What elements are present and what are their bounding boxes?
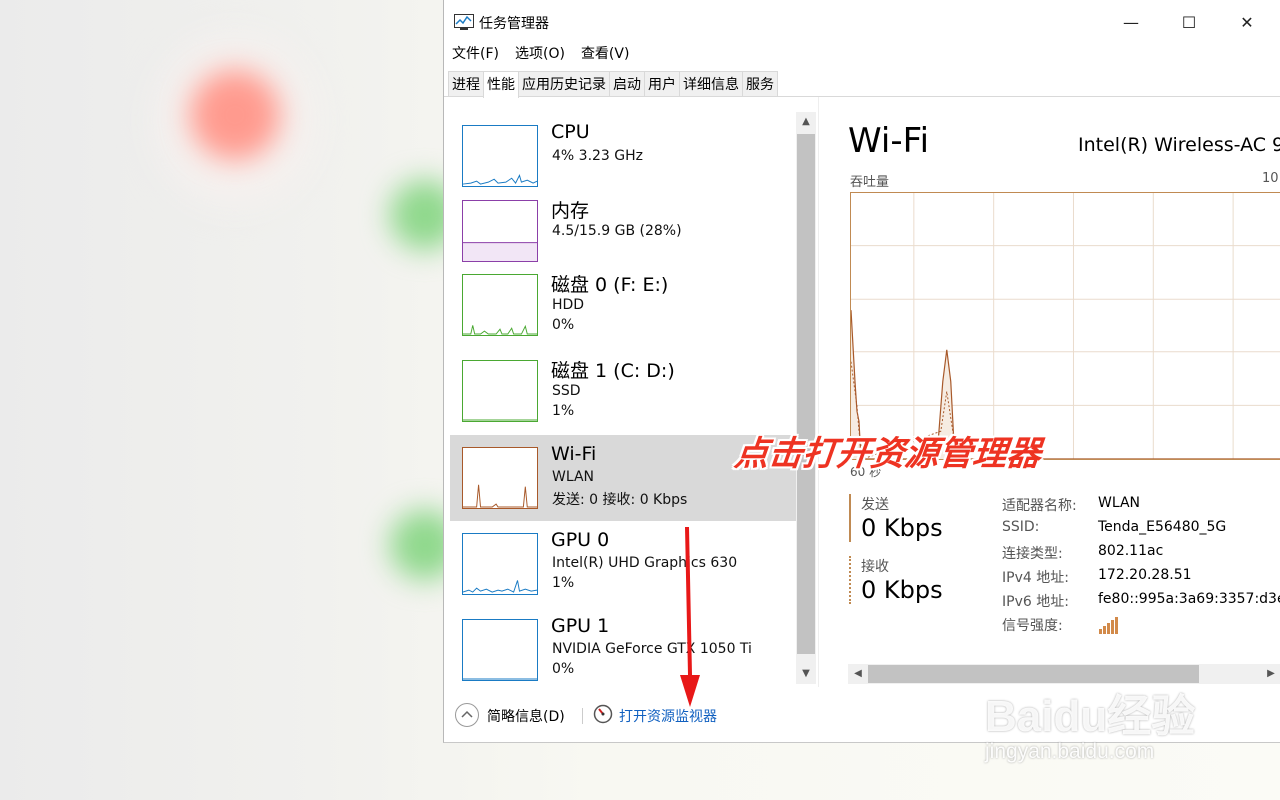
device-detail: 4.5/15.9 GB (28%)	[552, 223, 682, 239]
property-key: IPv4 地址:	[1002, 570, 1069, 586]
fewer-details-button[interactable]: 简略信息(D)	[487, 706, 565, 726]
device-item-disk-1[interactable]: 磁盘 1 (C: D:) SSD 1%	[450, 356, 796, 436]
tab-app-history[interactable]: 应用历史记录	[518, 71, 610, 97]
property-value: Tenda_E56480_5G	[1098, 519, 1227, 535]
device-detail: NVIDIA GeForce GTX 1050 Ti	[552, 641, 752, 657]
send-value: 0 Kbps	[861, 514, 943, 542]
device-name: GPU 1	[551, 615, 610, 637]
tab-bar: 进程 性能 应用历史记录 启动 用户 详细信息 服务	[448, 71, 778, 98]
device-item-gpu-1[interactable]: GPU 1 NVIDIA GeForce GTX 1050 Ti 0%	[450, 607, 796, 693]
device-usage: 1%	[552, 403, 575, 419]
device-item-gpu-0[interactable]: GPU 0 Intel(R) UHD Graphics 630 1%	[450, 521, 796, 607]
property-value: fe80::995a:3a69:3357:d3e	[1098, 591, 1280, 607]
throughput-graph	[850, 192, 1280, 460]
property-value: 802.11ac	[1098, 543, 1164, 559]
receive-stat: 接收 0 Kbps	[849, 556, 943, 604]
device-name: 磁盘 0 (F: E:)	[551, 274, 669, 296]
window-title: 任务管理器	[479, 16, 549, 32]
gpu-1-thumbnail-graph	[462, 619, 538, 681]
wifi-thumbnail-graph	[462, 447, 538, 509]
send-label: 发送	[861, 497, 889, 513]
signal-strength-icon	[1099, 617, 1118, 634]
tab-performance[interactable]: 性能	[483, 71, 519, 98]
red-arrow-icon	[680, 527, 700, 707]
property-key: 信号强度:	[1002, 618, 1063, 634]
disk-1-thumbnail-graph	[462, 360, 538, 422]
device-name: 内存	[551, 200, 590, 222]
device-usage: 发送: 0 接收: 0 Kbps	[552, 492, 688, 508]
maximize-button[interactable]: ☐	[1160, 0, 1218, 44]
wifi-detail-panel: Wi-Fi Intel(R) Wireless-AC 9 吞吐量 10 60 秒	[818, 97, 1280, 697]
device-name: 磁盘 1 (C: D:)	[551, 360, 675, 382]
device-detail: HDD	[552, 297, 585, 313]
property-key: 适配器名称:	[1002, 498, 1077, 514]
scroll-right-icon[interactable]: ▶	[1261, 664, 1280, 684]
menu-bar: 文件(F) 选项(O) 查看(V)	[444, 43, 637, 65]
scrollbar-thumb[interactable]	[797, 134, 815, 654]
device-item-disk-0[interactable]: 磁盘 0 (F: E:) HDD 0%	[450, 270, 796, 356]
tab-processes[interactable]: 进程	[448, 71, 484, 97]
receive-value: 0 Kbps	[861, 576, 943, 604]
disk-0-thumbnail-graph	[462, 274, 538, 336]
device-item-memory[interactable]: 内存 4.5/15.9 GB (28%)	[450, 190, 796, 270]
device-usage: 0%	[552, 661, 575, 677]
close-button[interactable]: ✕	[1218, 0, 1276, 44]
tab-users[interactable]: 用户	[644, 71, 680, 97]
menu-options[interactable]: 选项(O)	[507, 43, 573, 65]
footer-divider	[582, 708, 583, 724]
minimize-button[interactable]: —	[1102, 0, 1160, 44]
device-detail: WLAN	[552, 469, 595, 485]
scroll-down-icon[interactable]: ▼	[796, 664, 816, 684]
blurred-red-shape	[190, 70, 280, 160]
resource-monitor-icon[interactable]	[593, 704, 613, 724]
throughput-label: 吞吐量	[850, 175, 890, 190]
property-key: SSID:	[1002, 519, 1040, 535]
menu-file[interactable]: 文件(F)	[444, 43, 507, 65]
title-bar[interactable]: 任务管理器 — ☐ ✕	[444, 0, 1280, 44]
tab-services[interactable]: 服务	[742, 71, 778, 97]
detail-title: Wi-Fi	[848, 121, 930, 161]
property-value: WLAN	[1098, 495, 1141, 511]
tab-details[interactable]: 详细信息	[679, 71, 743, 97]
cpu-thumbnail-graph	[462, 125, 538, 187]
scroll-left-icon[interactable]: ◀	[848, 664, 868, 684]
fewer-details-chevron-up-icon[interactable]	[455, 703, 479, 727]
property-value: 172.20.28.51	[1098, 567, 1192, 583]
device-item-cpu[interactable]: CPU 4% 3.23 GHz	[450, 108, 796, 190]
send-stat: 发送 0 Kbps	[849, 494, 943, 542]
baidu-jingyan-watermark: Baidu经验 jingyan.baidu.com	[985, 680, 1225, 780]
property-key: 连接类型:	[1002, 546, 1063, 562]
device-list-scrollbar[interactable]: ▲ ▼	[796, 112, 816, 684]
receive-label: 接收	[861, 559, 889, 575]
device-name: GPU 0	[551, 529, 610, 551]
annotation-text: 点击打开资源管理器	[732, 434, 1043, 474]
watermark-url: jingyan.baidu.com	[985, 740, 1155, 763]
task-manager-window: 任务管理器 — ☐ ✕ 文件(F) 选项(O) 查看(V) 进程 性能 应用历史…	[443, 0, 1280, 743]
property-key: IPv6 地址:	[1002, 594, 1069, 610]
panel-divider	[818, 97, 819, 687]
task-manager-icon	[454, 14, 474, 30]
watermark-logo: Baidu经验	[985, 692, 1196, 741]
device-name: CPU	[551, 121, 590, 143]
memory-thumbnail-graph	[462, 200, 538, 262]
scroll-up-icon[interactable]: ▲	[796, 112, 816, 132]
throughput-max: 10	[1262, 171, 1279, 186]
device-detail: 4% 3.23 GHz	[552, 148, 644, 164]
device-detail: SSD	[552, 383, 581, 399]
gpu-0-thumbnail-graph	[462, 533, 538, 595]
adapter-name: Intel(R) Wireless-AC 9	[1078, 134, 1280, 156]
device-usage: 0%	[552, 317, 575, 333]
menu-view[interactable]: 查看(V)	[573, 43, 638, 65]
device-usage: 1%	[552, 575, 575, 591]
device-name: Wi-Fi	[551, 443, 597, 465]
tab-startup[interactable]: 启动	[609, 71, 645, 97]
